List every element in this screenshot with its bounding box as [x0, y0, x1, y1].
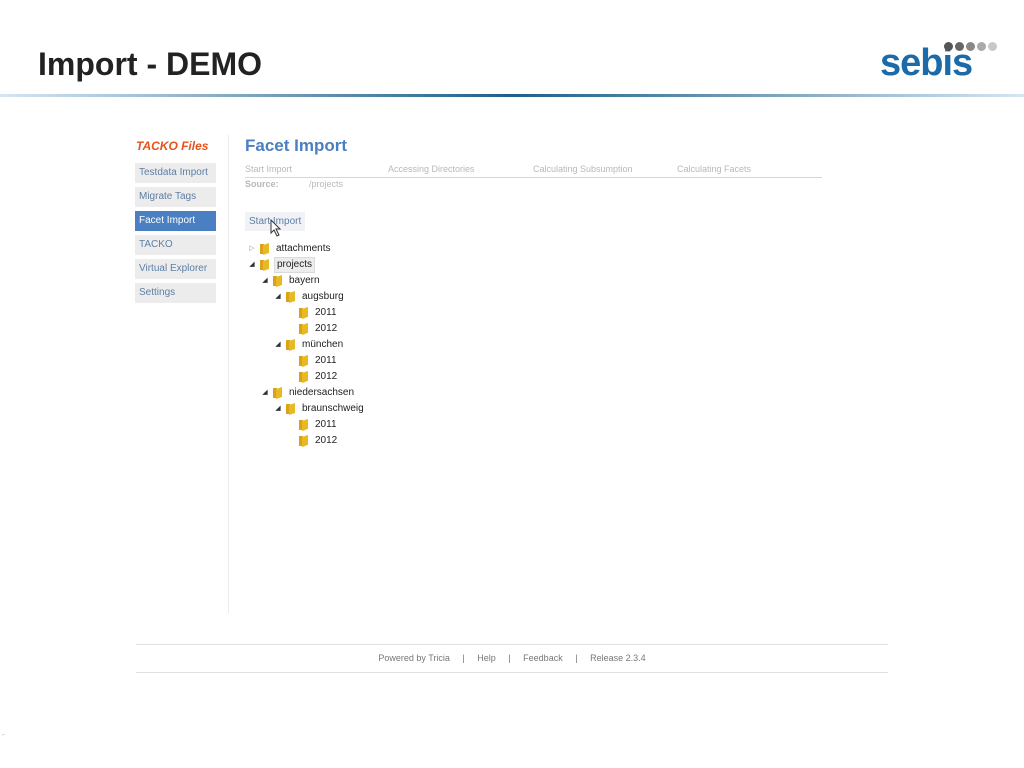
tree-node-label[interactable]: 2012: [313, 433, 339, 449]
tree-node-label[interactable]: 2012: [313, 369, 339, 385]
tree-node[interactable]: 2011: [286, 353, 339, 369]
folder-icon: [299, 355, 308, 367]
expanded-arrow-icon[interactable]: ◢: [260, 273, 270, 289]
footer-powered: Powered by Tricia: [378, 653, 450, 663]
tree-node[interactable]: ◢ bayern: [260, 273, 322, 289]
folder-icon: [260, 259, 269, 271]
footer-help-link[interactable]: Help: [477, 653, 496, 663]
footer-bottom-rule: [136, 672, 888, 673]
tree-node[interactable]: 2011: [286, 417, 339, 433]
folder-icon: [286, 291, 295, 303]
folder-icon: [299, 307, 308, 319]
source-row: Source: /projects: [245, 179, 343, 189]
tree-node[interactable]: ◢ projects: [247, 257, 316, 273]
footer: Powered by Tricia | Help | Feedback | Re…: [136, 653, 888, 663]
sidebar-item-testdata-import[interactable]: Testdata Import: [135, 163, 216, 183]
folder-icon: [273, 275, 282, 287]
collapsed-arrow-icon[interactable]: ▷: [247, 241, 257, 257]
tree-node[interactable]: ◢ niedersachsen: [260, 385, 356, 401]
footer-separator: |: [462, 653, 465, 663]
sidebar-item-tacko[interactable]: TACKO: [135, 235, 216, 255]
sidebar-divider: [228, 135, 229, 613]
sidebar-item-settings[interactable]: Settings: [135, 283, 216, 303]
tree-node[interactable]: ◢ münchen: [273, 337, 345, 353]
step-calculating-facets: Calculating Facets: [677, 164, 752, 174]
folder-icon: [286, 403, 295, 415]
step-accessing-directories: Accessing Directories: [388, 164, 475, 174]
corner-mark: -: [2, 730, 5, 739]
tree-node-label[interactable]: 2011: [313, 353, 339, 369]
tree-node-label[interactable]: attachments: [274, 241, 332, 257]
sidebar-item-migrate-tags[interactable]: Migrate Tags: [135, 187, 216, 207]
source-value: /projects: [309, 179, 344, 189]
folder-icon: [299, 323, 308, 335]
sidebar-nav: Testdata Import Migrate Tags Facet Import T…: [135, 163, 216, 307]
tree-node-label[interactable]: 2012: [313, 321, 339, 337]
tree-node[interactable]: ◢ augsburg: [273, 289, 346, 305]
tree-node[interactable]: 2012: [286, 321, 339, 337]
page-heading: Facet Import: [245, 136, 348, 155]
footer-feedback-link[interactable]: Feedback: [523, 653, 563, 663]
step-calculating-subsumption: Calculating Subsumption: [533, 164, 633, 174]
folder-icon: [299, 435, 308, 447]
expanded-arrow-icon[interactable]: ◢: [273, 337, 283, 353]
tree-node-label[interactable]: augsburg: [300, 289, 346, 305]
tree-node[interactable]: 2011: [286, 305, 339, 321]
expanded-arrow-icon[interactable]: ◢: [273, 401, 283, 417]
sidebar-item-facet-import[interactable]: Facet Import: [135, 211, 216, 231]
app-brand: TACKO Files: [136, 139, 209, 153]
expanded-arrow-icon[interactable]: ◢: [247, 257, 257, 273]
footer-separator: |: [508, 653, 511, 663]
tree-node-label[interactable]: projects: [274, 257, 316, 273]
tree-node-label[interactable]: bayern: [287, 273, 322, 289]
tree-node-label[interactable]: 2011: [313, 417, 339, 433]
tree-node[interactable]: ◢ braunschweig: [273, 401, 366, 417]
expanded-arrow-icon[interactable]: ◢: [273, 289, 283, 305]
tree-node-label[interactable]: niedersachsen: [287, 385, 356, 401]
mouse-cursor-icon: [270, 219, 282, 237]
tree-node-label[interactable]: braunschweig: [300, 401, 366, 417]
tree-node[interactable]: 2012: [286, 369, 339, 385]
folder-icon: [299, 371, 308, 383]
tree-node-label[interactable]: münchen: [300, 337, 345, 353]
sidebar-item-virtual-explorer[interactable]: Virtual Explorer: [135, 259, 216, 279]
import-steps: Start Import Accessing Directories Calcu…: [245, 164, 822, 178]
app-screenshot: TACKO Files Testdata Import Migrate Tags F…: [0, 0, 1024, 768]
tree-node[interactable]: ▷ attachments: [247, 241, 332, 257]
folder-icon: [260, 243, 269, 255]
step-start-import: Start Import: [245, 164, 293, 174]
folder-icon: [286, 339, 295, 351]
footer-separator: |: [575, 653, 578, 663]
tree-node-label[interactable]: 2011: [313, 305, 339, 321]
tree-node[interactable]: 2012: [286, 433, 339, 449]
folder-icon: [299, 419, 308, 431]
footer-release: Release 2.3.4: [590, 653, 646, 663]
source-label: Source:: [245, 179, 279, 189]
folder-icon: [273, 387, 282, 399]
footer-top-rule: [136, 644, 888, 645]
expanded-arrow-icon[interactable]: ◢: [260, 385, 270, 401]
